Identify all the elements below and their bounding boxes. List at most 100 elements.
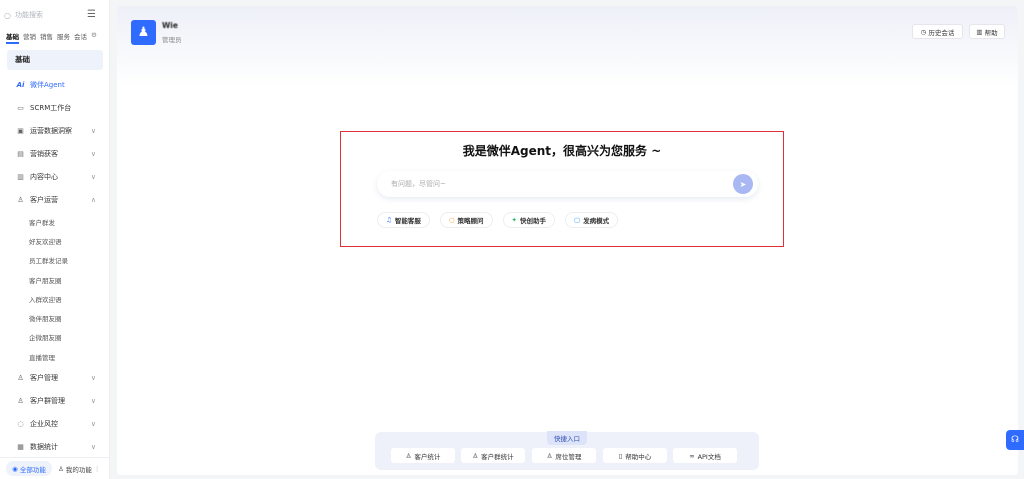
sidebar-item-customer-ops[interactable]: ♙ 客户运营 ∧ (0, 191, 110, 209)
quick-entry-panel: 快捷入口 ♙ 客户统计 ♙ 客户群统计 ♙ 席位管理 ▯ 帮助中心 ∞ API文… (375, 431, 759, 470)
monitor-icon: ▭ (17, 104, 24, 112)
sidebar-item-label: 内容中心 (30, 173, 58, 181)
sidebar-item-label: 数据统计 (30, 443, 58, 451)
quick-seat-mgmt[interactable]: ♙ 席位管理 (532, 448, 596, 463)
help-label: 帮助 (984, 28, 998, 37)
agent-chips: ♫ 智能客服 ○ 策略顾问 ✦ 快创助手 ▢ 发病模式 (377, 212, 619, 228)
sidebar-item-label: 客户群管理 (30, 397, 65, 405)
chip-mode[interactable]: ▢ 发病模式 (564, 212, 619, 228)
sub-item[interactable]: 企微朋友圈 (29, 332, 62, 342)
quick-label: API文档 (697, 452, 721, 461)
sidebar-item-label: 客户运营 (30, 196, 58, 204)
chevron-down-icon: ∨ (90, 127, 96, 135)
function-search[interactable]: ○ 功能搜索 ☰ (4, 8, 106, 22)
section-title: 基础 (7, 50, 103, 70)
sidebar-item-marketing[interactable]: ▤ 营销获客 ∨ (0, 145, 110, 163)
history-label: 历史会话 (928, 28, 955, 37)
quick-group-stats[interactable]: ♙ 客户群统计 (461, 448, 525, 463)
customer-service-float-button[interactable]: ☊ (1006, 430, 1024, 450)
sub-item[interactable]: 客户朋友圈 (29, 275, 62, 285)
tab-basic[interactable]: 基础 (6, 31, 19, 44)
quick-label: 席位管理 (555, 452, 582, 461)
tab-session[interactable]: 会话 (74, 31, 87, 44)
quick-label: 帮助中心 (625, 452, 652, 461)
chevron-down-icon: ∨ (90, 173, 96, 181)
chip-label: 快创助手 (519, 217, 546, 225)
tab-sales[interactable]: 销售 (40, 31, 53, 44)
sub-item[interactable]: 好友欢迎语 (29, 236, 62, 246)
building-icon: ▥ (976, 27, 983, 36)
sidebar-item-customer-mgmt[interactable]: ♙ 客户管理 ∨ (0, 369, 110, 387)
group-icon: ♙ (472, 451, 479, 460)
chip-label: 策略顾问 (457, 217, 484, 225)
tab-marketing[interactable]: 营销 (23, 31, 36, 44)
sidebar-item-label: 客户管理 (30, 374, 58, 382)
quick-help-center[interactable]: ▯ 帮助中心 (603, 448, 667, 463)
quick-entry-title: 快捷入口 (547, 431, 587, 445)
chip-label: 智能客服 (394, 217, 421, 225)
sidebar-item-label: 营销获客 (30, 150, 58, 158)
sidebar-tabs: 基础 营销 销售 服务 会话 ⚙ (6, 31, 97, 44)
sidebar-item-label: 微伴Agent (30, 81, 65, 89)
person-icon: ♟ (137, 25, 150, 40)
sub-item[interactable]: 微伴朋友圈 (29, 313, 62, 323)
chevron-up-icon: ∧ (90, 196, 96, 204)
sidebar-item-stats[interactable]: ▦ 数据统计 ∨ (0, 438, 110, 456)
chip-strategy[interactable]: ○ 策略顾问 (439, 212, 493, 228)
avatar[interactable]: ♟ (131, 20, 156, 45)
question-input[interactable]: 有问题，尽管问~ ➤ (377, 171, 758, 197)
sidebar-item-content[interactable]: ▥ 内容中心 ∨ (0, 168, 110, 186)
sidebar-item-group-mgmt[interactable]: ♙ 客户群管理 ∨ (0, 392, 110, 410)
seat-icon: ♙ (546, 451, 553, 460)
chip-smart-service[interactable]: ♫ 智能客服 (377, 212, 430, 228)
chip-quick-create[interactable]: ✦ 快创助手 (502, 212, 555, 228)
chevron-down-icon: ∨ (90, 397, 96, 405)
sparkle-icon: ✦ (511, 216, 517, 224)
sub-item[interactable]: 员工群发记录 (29, 255, 68, 265)
settings-icon[interactable]: ⚙ (91, 31, 97, 44)
strategy-icon: ○ (448, 216, 455, 224)
user-role: 管理员 (162, 36, 182, 44)
input-placeholder: 有问题，尽管问~ (391, 180, 446, 188)
sub-item[interactable]: 客户群发 (29, 217, 55, 227)
all-functions-label: 全部功能 (19, 465, 46, 474)
sub-item[interactable]: 直播管理 (29, 352, 55, 362)
tab-service[interactable]: 服务 (57, 31, 70, 44)
sidebar-item-ops-insight[interactable]: ▣ 运营数据洞察 ∨ (0, 122, 110, 140)
grid-icon: ◉ (12, 464, 18, 473)
marketing-icon: ▤ (17, 150, 24, 158)
sidebar-item-label: SCRM工作台 (30, 104, 72, 112)
shield-icon: ◌ (17, 420, 24, 428)
sidebar-item-scrm[interactable]: ▭ SCRM工作台 (0, 99, 110, 117)
sidebar-item-risk[interactable]: ◌ 企业风控 ∨ (0, 415, 110, 433)
ai-icon: Ai (16, 81, 25, 89)
clock-icon: ◷ (920, 27, 927, 36)
help-button[interactable]: ▥ 帮助 (969, 24, 1005, 39)
quick-customer-stats[interactable]: ♙ 客户统计 (391, 448, 455, 463)
sidebar-item-label: 企业风控 (30, 420, 58, 428)
my-functions-button[interactable]: ♙ 我的功能 ⋮ (58, 464, 100, 474)
chevron-down-icon: ∨ (90, 150, 96, 158)
sidebar-item-agent[interactable]: Ai 微伴Agent (0, 76, 110, 94)
sub-item[interactable]: 入群欢迎语 (29, 294, 62, 304)
chart-icon: ▣ (17, 127, 24, 135)
all-functions-button[interactable]: ◉ 全部功能 (6, 461, 52, 476)
quick-api-docs[interactable]: ∞ API文档 (673, 448, 737, 463)
user-icon: ♙ (405, 451, 412, 460)
users-icon: ♙ (17, 374, 24, 382)
chevron-down-icon: ∨ (90, 374, 96, 382)
user-name: Wie (162, 21, 178, 30)
agent-headline: 我是微伴Agent，很高兴为您服务 ~ (462, 144, 662, 158)
sidebar: ○ 功能搜索 ☰ 基础 营销 销售 服务 会话 ⚙ 基础 Ai 微伴Agent … (0, 0, 110, 479)
search-icon: ○ (4, 10, 11, 20)
chevron-down-icon: ∨ (90, 420, 96, 428)
menu-icon[interactable]: ☰ (87, 9, 96, 20)
search-placeholder: 功能搜索 (14, 11, 43, 19)
sidebar-item-label: 运营数据洞察 (30, 127, 72, 135)
document-icon: ▥ (17, 173, 24, 181)
send-button[interactable]: ➤ (733, 174, 753, 194)
history-button[interactable]: ◷ 历史会话 (912, 24, 963, 39)
link-icon: ∞ (689, 451, 695, 460)
quick-label: 客户统计 (414, 452, 441, 461)
chip-label: 发病模式 (583, 217, 610, 225)
